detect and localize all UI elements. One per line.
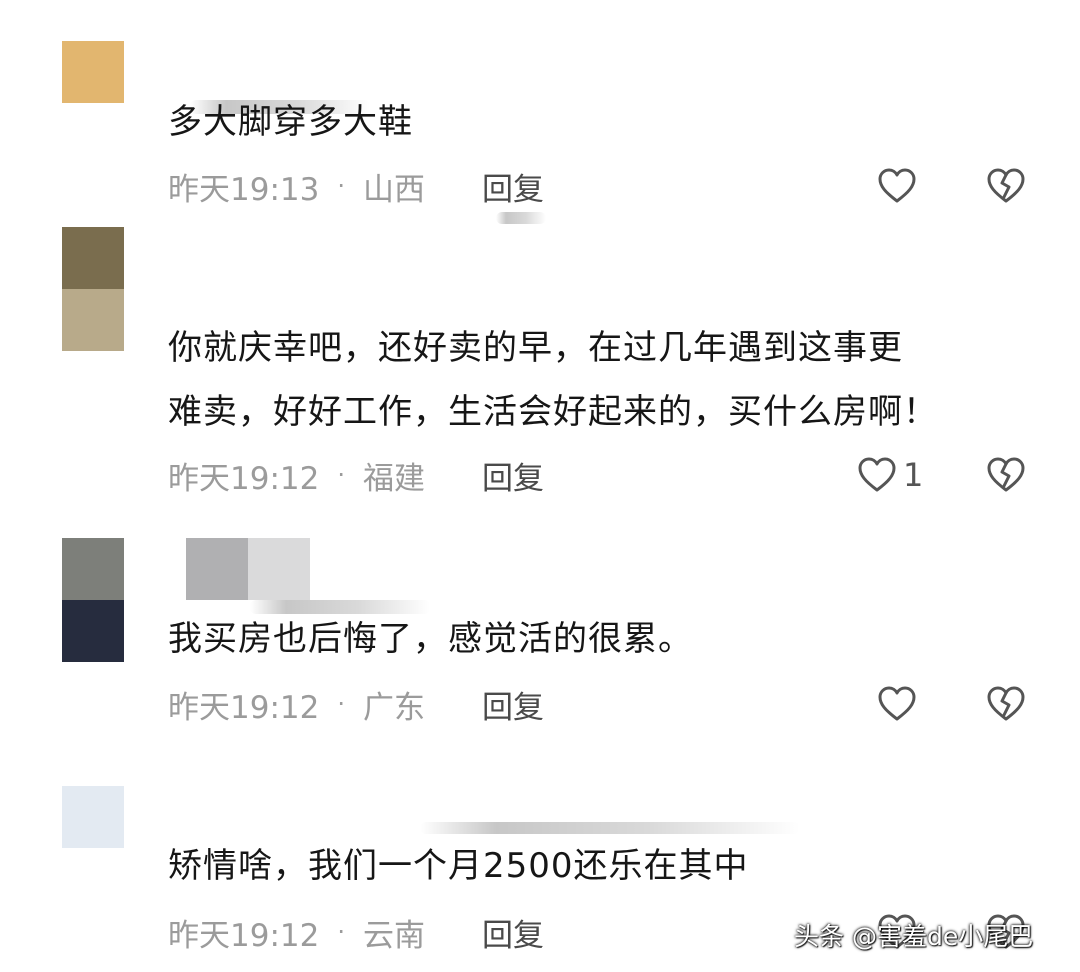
like-button[interactable] (877, 161, 917, 211)
dislike-button[interactable] (986, 450, 1026, 500)
watermark: 头条 @害羞de小尾巴 (794, 922, 1034, 951)
username-blur-tile (248, 538, 310, 600)
broken-heart-icon (987, 686, 1025, 721)
dislike-button[interactable] (986, 679, 1026, 729)
comment-meta: 昨天19:12 · 云南 回复 (168, 907, 544, 957)
avatar-tile (62, 41, 124, 103)
username-blur (420, 822, 800, 834)
username-blur (186, 538, 310, 600)
avatar[interactable] (62, 227, 124, 351)
dislike-button[interactable] (986, 161, 1026, 211)
comment-meta: 昨天19:12 · 福建 回复 (168, 450, 544, 500)
comment-location: 云南 (362, 917, 425, 954)
comment-time: 昨天19:12 (168, 460, 320, 497)
avatar[interactable] (62, 786, 124, 848)
heart-outline-icon (878, 168, 916, 203)
broken-heart-icon (987, 168, 1025, 203)
username-blur-tile (186, 538, 248, 600)
avatar-tile (62, 786, 124, 848)
meta-separator: · (337, 690, 345, 718)
comment-text-line: 难卖，好好工作，生活会好起来的，买什么房啊！ (168, 392, 938, 432)
comment-text: 我买房也后悔了，感觉活的很累。 (168, 619, 693, 659)
meta-separator: · (337, 918, 345, 946)
broken-heart-icon (987, 457, 1025, 492)
like-button[interactable]: 1 (857, 450, 923, 500)
comment-text: 你就庆幸吧，还好卖的早，在过几年遇到这事更 难卖，好好工作，生活会好起来的，买什… (168, 316, 1028, 444)
reply-button[interactable]: 回复 (482, 682, 544, 727)
comment-text: 矫情啥，我们一个月2500还乐在其中 (168, 846, 749, 886)
avatar-tile (62, 227, 124, 289)
comment-meta: 昨天19:12 · 广东 回复 (168, 679, 544, 729)
reply-button[interactable]: 回复 (482, 910, 544, 955)
comment-location: 广东 (362, 689, 425, 726)
avatar-tile (62, 289, 124, 351)
avatar[interactable] (62, 41, 124, 103)
avatar-tile (62, 600, 124, 662)
comment-text-line: 你就庆幸吧，还好卖的早，在过几年遇到这事更 (168, 328, 903, 368)
comment-time: 昨天19:12 (168, 917, 320, 954)
reply-button[interactable]: 回复 (482, 164, 544, 209)
blur-strip (496, 212, 546, 224)
like-count: 1 (903, 456, 924, 494)
avatar[interactable] (62, 538, 124, 662)
comment-meta: 昨天19:13 · 山西 回复 (168, 161, 544, 211)
comment-text: 多大脚穿多大鞋 (168, 102, 413, 142)
comment-location: 山西 (362, 171, 425, 208)
comment-time: 昨天19:13 (168, 171, 320, 208)
avatar-tile (62, 538, 124, 600)
comment-time: 昨天19:12 (168, 689, 320, 726)
heart-outline-icon (878, 686, 916, 721)
meta-separator: · (337, 461, 345, 489)
heart-outline-icon (858, 457, 896, 492)
like-button[interactable] (877, 679, 917, 729)
reply-button[interactable]: 回复 (482, 453, 544, 498)
meta-separator: · (337, 172, 345, 200)
comment-location: 福建 (362, 460, 425, 497)
